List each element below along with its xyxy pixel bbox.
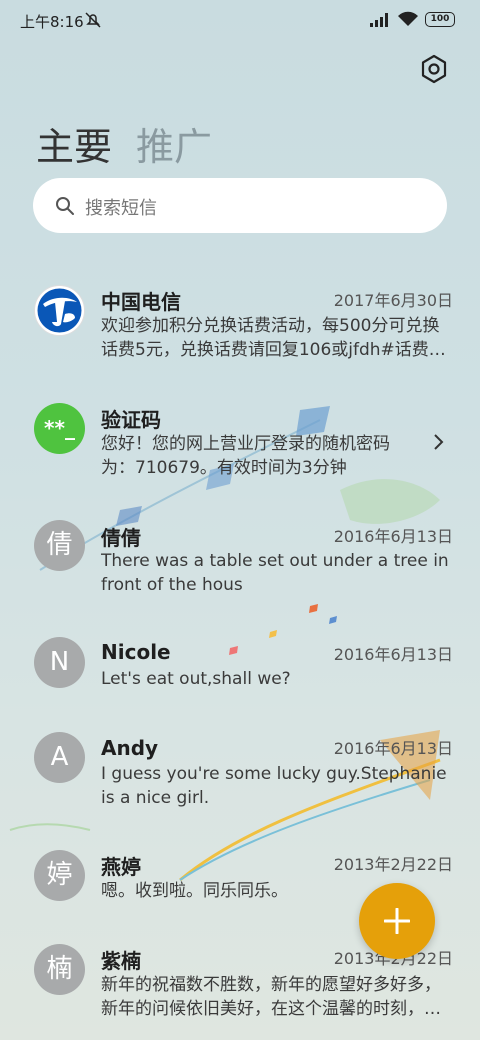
list-item[interactable]: 楠 紫楠 2013年2月22日 新年的祝福数不胜数，新年的愿望好多好多，新年的问… xyxy=(0,944,480,1040)
sender-name: 验证码 xyxy=(101,408,161,432)
message-preview: 欢迎参加积分兑换话费活动，每500分可兑换话费5元，兑换话费请回复106或jfd… xyxy=(101,316,446,360)
message-date: 2016年6月13日 xyxy=(333,645,453,664)
chevron-right-icon[interactable] xyxy=(430,432,446,452)
settings-icon[interactable] xyxy=(419,54,449,84)
message-preview: 新年的祝福数不胜数，新年的愿望好多好多，新年的问候依旧美好，在这个温馨的时刻，… xyxy=(101,975,441,1019)
telecom-logo-icon xyxy=(37,288,82,333)
list-item[interactable]: 中国电信 2017年6月30日 欢迎参加积分兑换话费活动，每500分可兑换话费5… xyxy=(0,284,480,384)
list-item[interactable]: **_ 验证码 您好！您的网上营业厅登录的随机密码为：710679。有效时间为3… xyxy=(0,402,480,502)
avatar: **_ xyxy=(34,403,85,454)
avatar: N xyxy=(34,637,85,688)
avatar: 婷 xyxy=(34,850,85,901)
sender-name: Andy xyxy=(101,736,159,760)
wifi-icon xyxy=(398,11,418,26)
tab-main[interactable]: 主要 xyxy=(36,116,112,171)
tab-promo[interactable]: 推广 xyxy=(136,116,212,171)
message-preview: I guess you're some lucky guy.Stephanie … xyxy=(101,764,447,808)
sender-name: 中国电信 xyxy=(101,290,181,314)
search-bar[interactable]: 搜索短信 xyxy=(33,178,447,233)
status-time: 上午8:16 xyxy=(20,13,84,31)
message-date: 2016年6月13日 xyxy=(333,739,453,758)
signal-icon xyxy=(370,13,388,27)
mute-icon xyxy=(85,12,101,28)
sender-name: 倩倩 xyxy=(101,526,141,550)
message-date: 2017年6月30日 xyxy=(333,291,453,310)
new-message-button[interactable] xyxy=(359,883,435,959)
status-bar: 上午8:16 100 xyxy=(0,0,480,40)
list-item[interactable]: 倩 倩倩 2016年6月13日 There was a table set ou… xyxy=(0,518,480,618)
list-item[interactable]: A Andy 2016年6月13日 I guess you're some lu… xyxy=(0,732,480,832)
message-preview: 您好！您的网上营业厅登录的随机密码为：710679。有效时间为3分钟 xyxy=(101,434,390,478)
avatar: 楠 xyxy=(34,944,85,995)
message-date: 2016年6月13日 xyxy=(333,527,453,546)
search-icon xyxy=(56,197,74,215)
search-placeholder: 搜索短信 xyxy=(85,198,157,219)
avatar: A xyxy=(34,732,85,783)
plus-icon xyxy=(384,908,410,934)
sender-name: 紫楠 xyxy=(101,949,141,973)
avatar: 倩 xyxy=(34,520,85,571)
sender-name: Nicole xyxy=(101,640,171,664)
message-preview: Let's eat out,shall we? xyxy=(101,669,291,689)
message-preview: There was a table set out under a tree i… xyxy=(101,551,449,595)
message-date: 2013年2月22日 xyxy=(333,855,453,874)
list-item[interactable]: N Nicole 2016年6月13日 Let's eat out,shall … xyxy=(0,636,480,736)
sender-name: 燕婷 xyxy=(101,855,141,879)
avatar xyxy=(34,285,85,336)
battery-indicator: 100 xyxy=(425,12,455,27)
